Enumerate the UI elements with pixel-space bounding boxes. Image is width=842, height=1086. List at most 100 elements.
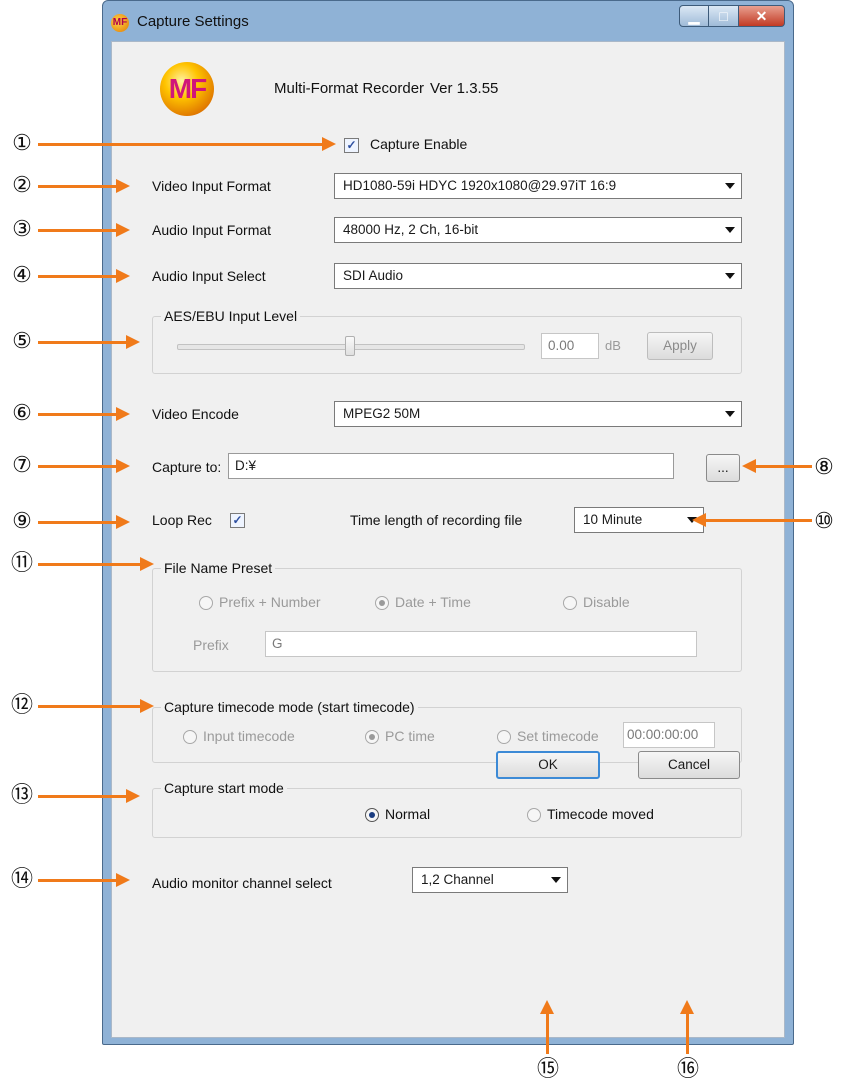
loop-rec-label: Loop Rec [152,512,212,528]
file-name-preset-group: File Name Preset Prefix + Number Date + … [152,560,742,672]
prefix-label: Prefix [193,637,229,653]
annotation-14-arrow [38,879,118,882]
maximize-button[interactable]: □ [709,5,739,27]
app-icon: MF [111,14,129,32]
chevron-down-icon [725,273,735,279]
annotation-8-arrow [756,465,812,468]
chevron-down-icon [725,411,735,417]
input-timecode-label: Input timecode [203,728,295,744]
annotation-9: ⑨ [12,509,32,534]
set-timecode-radio[interactable] [497,730,511,744]
apply-button[interactable]: Apply [647,332,713,360]
capture-to-input[interactable]: D:¥ [228,453,674,479]
app-name: Multi-Format Recorder [274,80,425,97]
annotation-13-arrow [38,795,128,798]
chevron-down-icon [725,183,735,189]
annotation-13: ⑬ [10,783,33,808]
annotation-12-arrow [38,705,142,708]
annotation-11-arrow [38,563,142,566]
title-bar[interactable]: MF Capture Settings ▁ □ ✕ [103,1,793,41]
annotation-6-arrow [38,413,118,416]
audio-input-format-select[interactable]: 48000 Hz, 2 Ch, 16-bit [334,217,742,243]
aes-ebu-level-input[interactable]: 0.00 [541,333,599,359]
disable-label: Disable [583,594,630,610]
annotation-7: ⑦ [12,453,32,478]
capture-settings-window: MF Capture Settings ▁ □ ✕ MF Multi-Forma… [102,0,794,1045]
video-input-format-select[interactable]: HD1080-59i HDYC 1920x1080@29.97iT 16:9 [334,173,742,199]
annotation-8: ⑧ [814,455,834,480]
normal-radio[interactable] [365,808,379,822]
ok-button[interactable]: OK [496,751,600,779]
video-encode-select[interactable]: MPEG2 50M [334,401,742,427]
aes-ebu-unit: dB [605,338,621,353]
annotation-16-arrow [686,1012,689,1054]
browse-button[interactable]: ... [706,454,740,482]
set-timecode-input[interactable]: 00:00:00:00 [623,722,715,748]
app-version: Ver 1.3.55 [430,80,499,97]
mf-logo: MF [160,62,214,116]
file-name-preset-title: File Name Preset [161,560,276,576]
close-icon: ✕ [755,7,768,24]
capture-enable-checkbox[interactable]: ✓ [344,138,359,153]
audio-monitor-select[interactable]: 1,2 Channel [412,867,568,893]
close-button[interactable]: ✕ [739,5,785,27]
arrow-right-icon [116,269,130,283]
minimize-button[interactable]: ▁ [679,5,709,27]
annotation-15-arrow [546,1012,549,1054]
window-title: Capture Settings [137,13,249,30]
annotation-11: ⑪ [10,551,33,576]
arrow-right-icon [116,223,130,237]
set-timecode-label: Set timecode [517,728,599,744]
date-time-radio[interactable] [375,596,389,610]
time-length-select[interactable]: 10 Minute [574,507,704,533]
annotation-10-arrow [704,519,812,522]
arrow-right-icon [126,789,140,803]
checkmark-icon: ✓ [346,138,357,152]
annotation-1: ① [12,131,32,156]
video-input-format-label: Video Input Format [152,178,271,194]
arrow-right-icon [140,557,154,571]
arrow-right-icon [116,515,130,529]
video-input-format-value: HD1080-59i HDYC 1920x1080@29.97iT 16:9 [343,178,617,193]
aes-ebu-slider-thumb[interactable] [345,336,355,356]
capture-to-label: Capture to: [152,459,222,475]
prefix-number-radio[interactable] [199,596,213,610]
arrow-right-icon [116,459,130,473]
annotation-3-arrow [38,229,118,232]
aes-ebu-title: AES/EBU Input Level [161,308,301,324]
minimize-icon: ▁ [688,7,700,24]
video-encode-label: Video Encode [152,406,239,422]
arrow-right-icon [116,179,130,193]
pc-time-label: PC time [385,728,435,744]
timecode-moved-radio[interactable] [527,808,541,822]
video-encode-value: MPEG2 50M [343,406,421,421]
annotation-15: ⑮ [536,1057,559,1082]
normal-label: Normal [385,806,431,822]
pc-time-radio[interactable] [365,730,379,744]
timecode-mode-title: Capture timecode mode (start timecode) [161,699,418,715]
maximize-icon: □ [719,8,728,24]
time-length-label: Time length of recording file [350,512,523,528]
disable-radio[interactable] [563,596,577,610]
loop-rec-checkbox[interactable]: ✓ [230,513,245,528]
prefix-input[interactable]: G [265,631,697,657]
annotation-16: ⑯ [676,1057,699,1082]
start-mode-title: Capture start mode [161,780,287,796]
audio-input-select-label: Audio Input Select [152,268,266,284]
prefix-number-label: Prefix + Number [219,594,321,610]
arrow-right-icon [322,137,336,151]
date-time-label: Date + Time [395,594,471,610]
chevron-down-icon [725,227,735,233]
cancel-button[interactable]: Cancel [638,751,740,779]
annotation-10: ⑩ [814,509,834,534]
arrow-left-icon [692,513,706,527]
annotation-5: ⑤ [12,329,32,354]
checkmark-icon: ✓ [232,513,243,527]
annotation-14: ⑭ [10,867,33,892]
start-mode-group: Capture start mode Normal Timecode moved [152,780,742,838]
annotation-3: ③ [12,217,32,242]
input-timecode-radio[interactable] [183,730,197,744]
audio-input-select-select[interactable]: SDI Audio [334,263,742,289]
audio-input-format-value: 48000 Hz, 2 Ch, 16-bit [343,222,479,237]
audio-monitor-value: 1,2 Channel [421,872,494,887]
